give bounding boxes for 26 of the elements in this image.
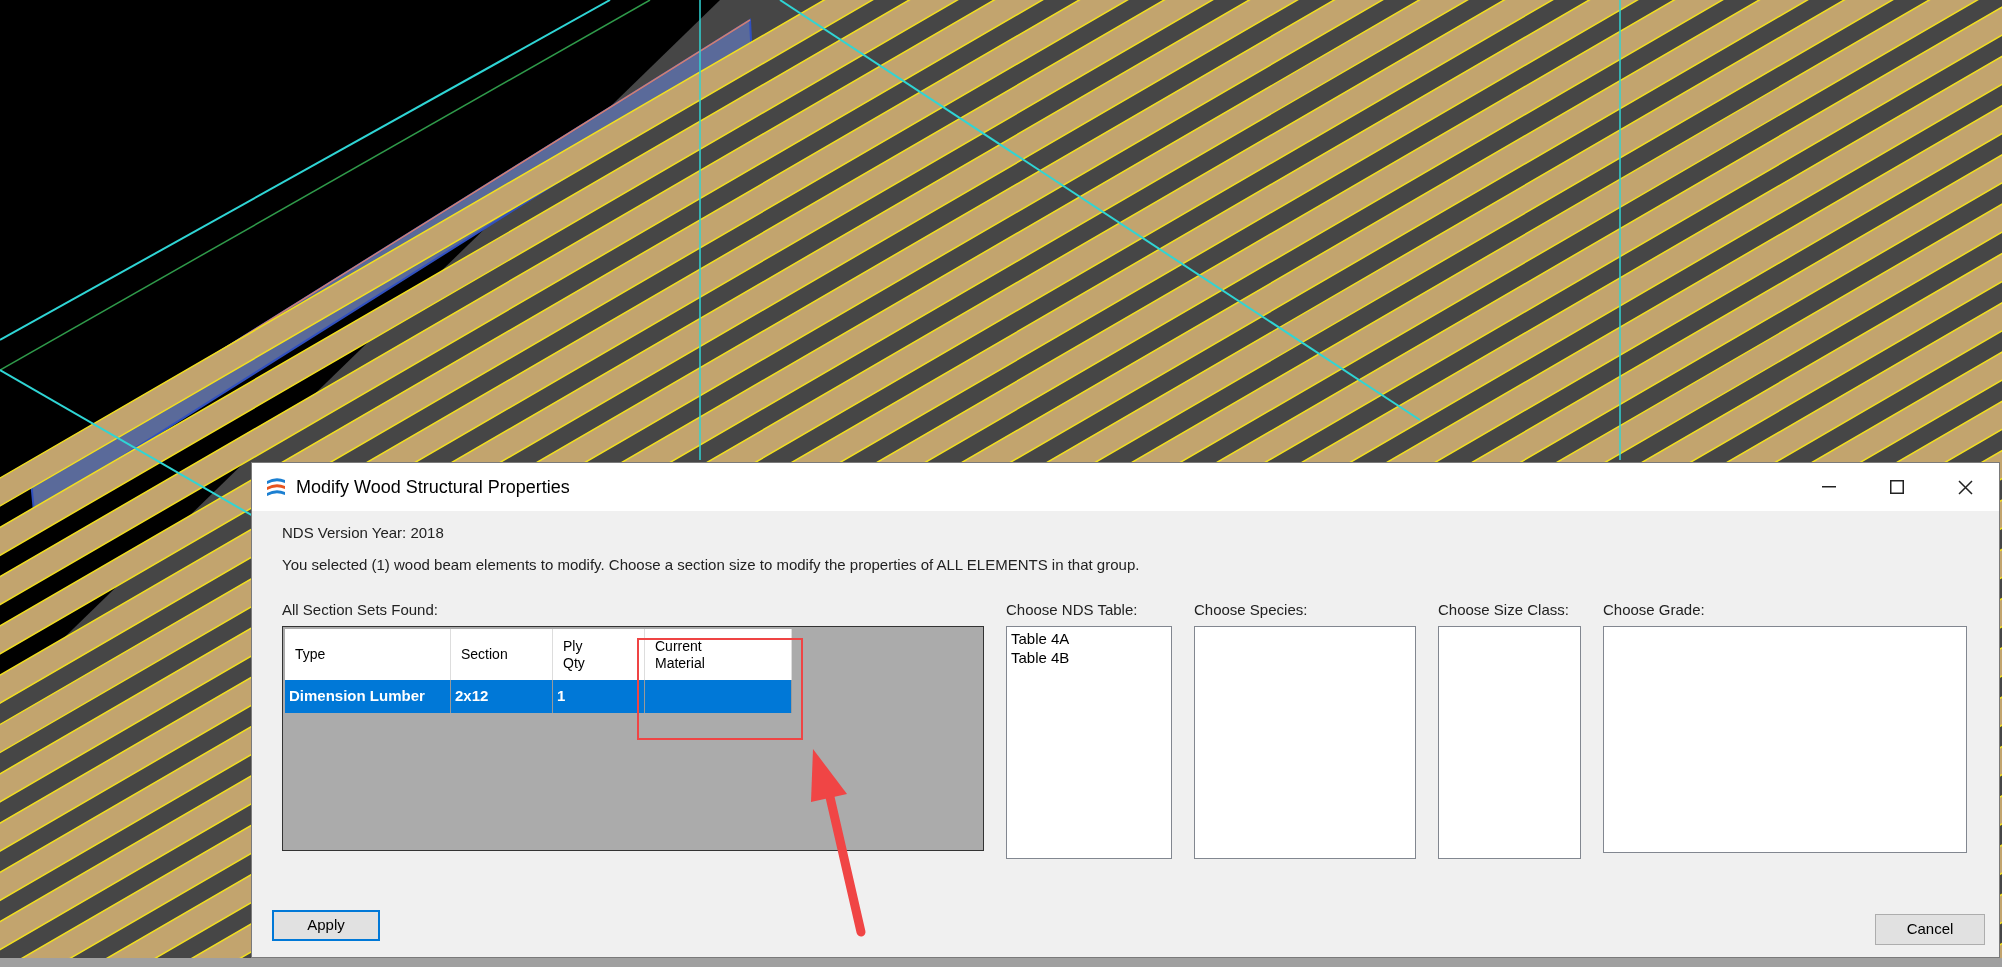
list-box[interactable] bbox=[1438, 626, 1581, 859]
table-cell: 2x12 bbox=[451, 680, 553, 713]
column-header[interactable]: Current Material bbox=[645, 629, 792, 680]
minimize-icon bbox=[1822, 486, 1836, 488]
column-header[interactable]: Section bbox=[451, 629, 553, 680]
maximize-icon bbox=[1890, 480, 1904, 494]
column-header[interactable]: Ply Qty bbox=[553, 629, 645, 680]
list-label: Choose Grade: bbox=[1603, 600, 1706, 619]
instructions-text: You selected (1) wood beam elements to modify. Choose a section size to modify the properties of ALL ELEMENTS in that group. bbox=[282, 555, 1141, 575]
cancel-button[interactable]: Cancel bbox=[1875, 914, 1985, 945]
list-box[interactable]: Table 4A Table 4B bbox=[1006, 626, 1172, 859]
window-title: Modify Wood Structural Properties bbox=[296, 475, 570, 499]
list-label: Choose Species: bbox=[1194, 600, 1309, 619]
section-sets-label: All Section Sets Found: bbox=[282, 600, 439, 619]
table-row[interactable]: Dimension Lumber 2x12 1 bbox=[285, 680, 792, 713]
column-header[interactable]: Type bbox=[285, 629, 451, 680]
apply-button[interactable]: Apply bbox=[272, 910, 380, 941]
table-cell: Dimension Lumber bbox=[285, 680, 451, 713]
list-label: Choose NDS Table: bbox=[1006, 600, 1139, 619]
version-label: NDS Version Year: 2018 bbox=[282, 523, 445, 543]
list-label: Choose Size Class: bbox=[1438, 600, 1570, 619]
table-cell: 1 bbox=[553, 680, 645, 713]
list-item[interactable]: Table 4A bbox=[1011, 629, 1167, 648]
app-logo-icon bbox=[264, 476, 288, 498]
close-icon bbox=[1957, 479, 1973, 495]
list-item[interactable]: Table 4B bbox=[1011, 648, 1167, 667]
